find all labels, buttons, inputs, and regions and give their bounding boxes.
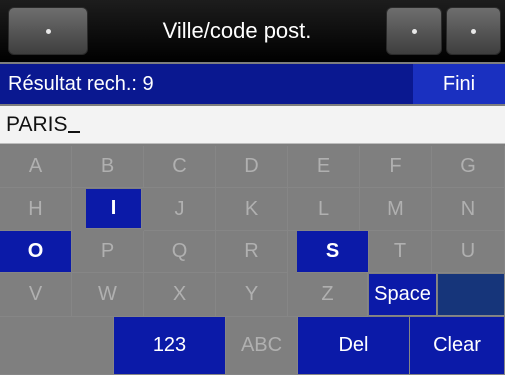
result-count: Résultat rech.: 9 xyxy=(8,73,154,95)
key-t[interactable]: T xyxy=(369,231,432,273)
key-l[interactable]: L xyxy=(288,188,360,231)
empty-key xyxy=(438,274,505,316)
key-o[interactable]: O xyxy=(0,231,72,273)
text-cursor-icon xyxy=(68,131,81,133)
key-d[interactable]: D xyxy=(216,146,288,188)
key-g[interactable]: G xyxy=(432,146,505,188)
done-button[interactable]: Fini xyxy=(411,64,505,104)
clear-key[interactable]: Clear xyxy=(410,317,505,375)
key-q[interactable]: Q xyxy=(144,231,216,273)
keyboard: A B C D E F G H I J K L M N O P Q R S T … xyxy=(0,146,505,375)
key-x[interactable]: X xyxy=(144,273,216,317)
title-bar: Ville/code post. xyxy=(0,0,505,62)
key-p[interactable]: P xyxy=(72,231,144,273)
key-u[interactable]: U xyxy=(432,231,505,273)
key-c[interactable]: C xyxy=(144,146,216,188)
key-i[interactable]: I xyxy=(86,189,142,229)
search-input-text: PARIS xyxy=(6,106,81,144)
search-value: PARIS xyxy=(6,113,68,136)
key-e[interactable]: E xyxy=(288,146,360,188)
page-title: Ville/code post. xyxy=(162,18,312,43)
alpha-mode-key[interactable]: ABC xyxy=(226,317,298,375)
key-r[interactable]: R xyxy=(216,231,288,273)
numeric-mode-key[interactable]: 123 xyxy=(114,317,226,375)
back-button[interactable] xyxy=(8,7,88,55)
key-k[interactable]: K xyxy=(216,188,288,231)
dot-icon xyxy=(45,28,51,34)
key-s[interactable]: S xyxy=(297,231,369,273)
space-key[interactable]: Space xyxy=(369,274,437,316)
option-button-1[interactable] xyxy=(386,7,442,55)
key-w[interactable]: W xyxy=(72,273,144,317)
key-y[interactable]: Y xyxy=(216,273,288,317)
address-input-screen: Ville/code post. Résultat rech.: 9 Fini … xyxy=(0,0,505,375)
key-a[interactable]: A xyxy=(0,146,72,188)
key-v[interactable]: V xyxy=(0,273,72,317)
key-z[interactable]: Z xyxy=(288,273,368,317)
key-m[interactable]: M xyxy=(360,188,432,231)
search-input[interactable]: PARIS xyxy=(0,106,505,144)
key-n[interactable]: N xyxy=(432,188,505,231)
empty-key-bottom-left xyxy=(0,317,114,375)
option-button-2[interactable] xyxy=(446,7,501,55)
result-bar: Résultat rech.: 9 Fini xyxy=(0,64,505,104)
dot-icon xyxy=(411,28,417,34)
key-f[interactable]: F xyxy=(360,146,432,188)
key-j[interactable]: J xyxy=(144,188,216,231)
key-h[interactable]: H xyxy=(0,188,72,231)
delete-key[interactable]: Del xyxy=(298,317,410,375)
key-b[interactable]: B xyxy=(72,146,144,188)
dot-icon xyxy=(471,28,476,34)
